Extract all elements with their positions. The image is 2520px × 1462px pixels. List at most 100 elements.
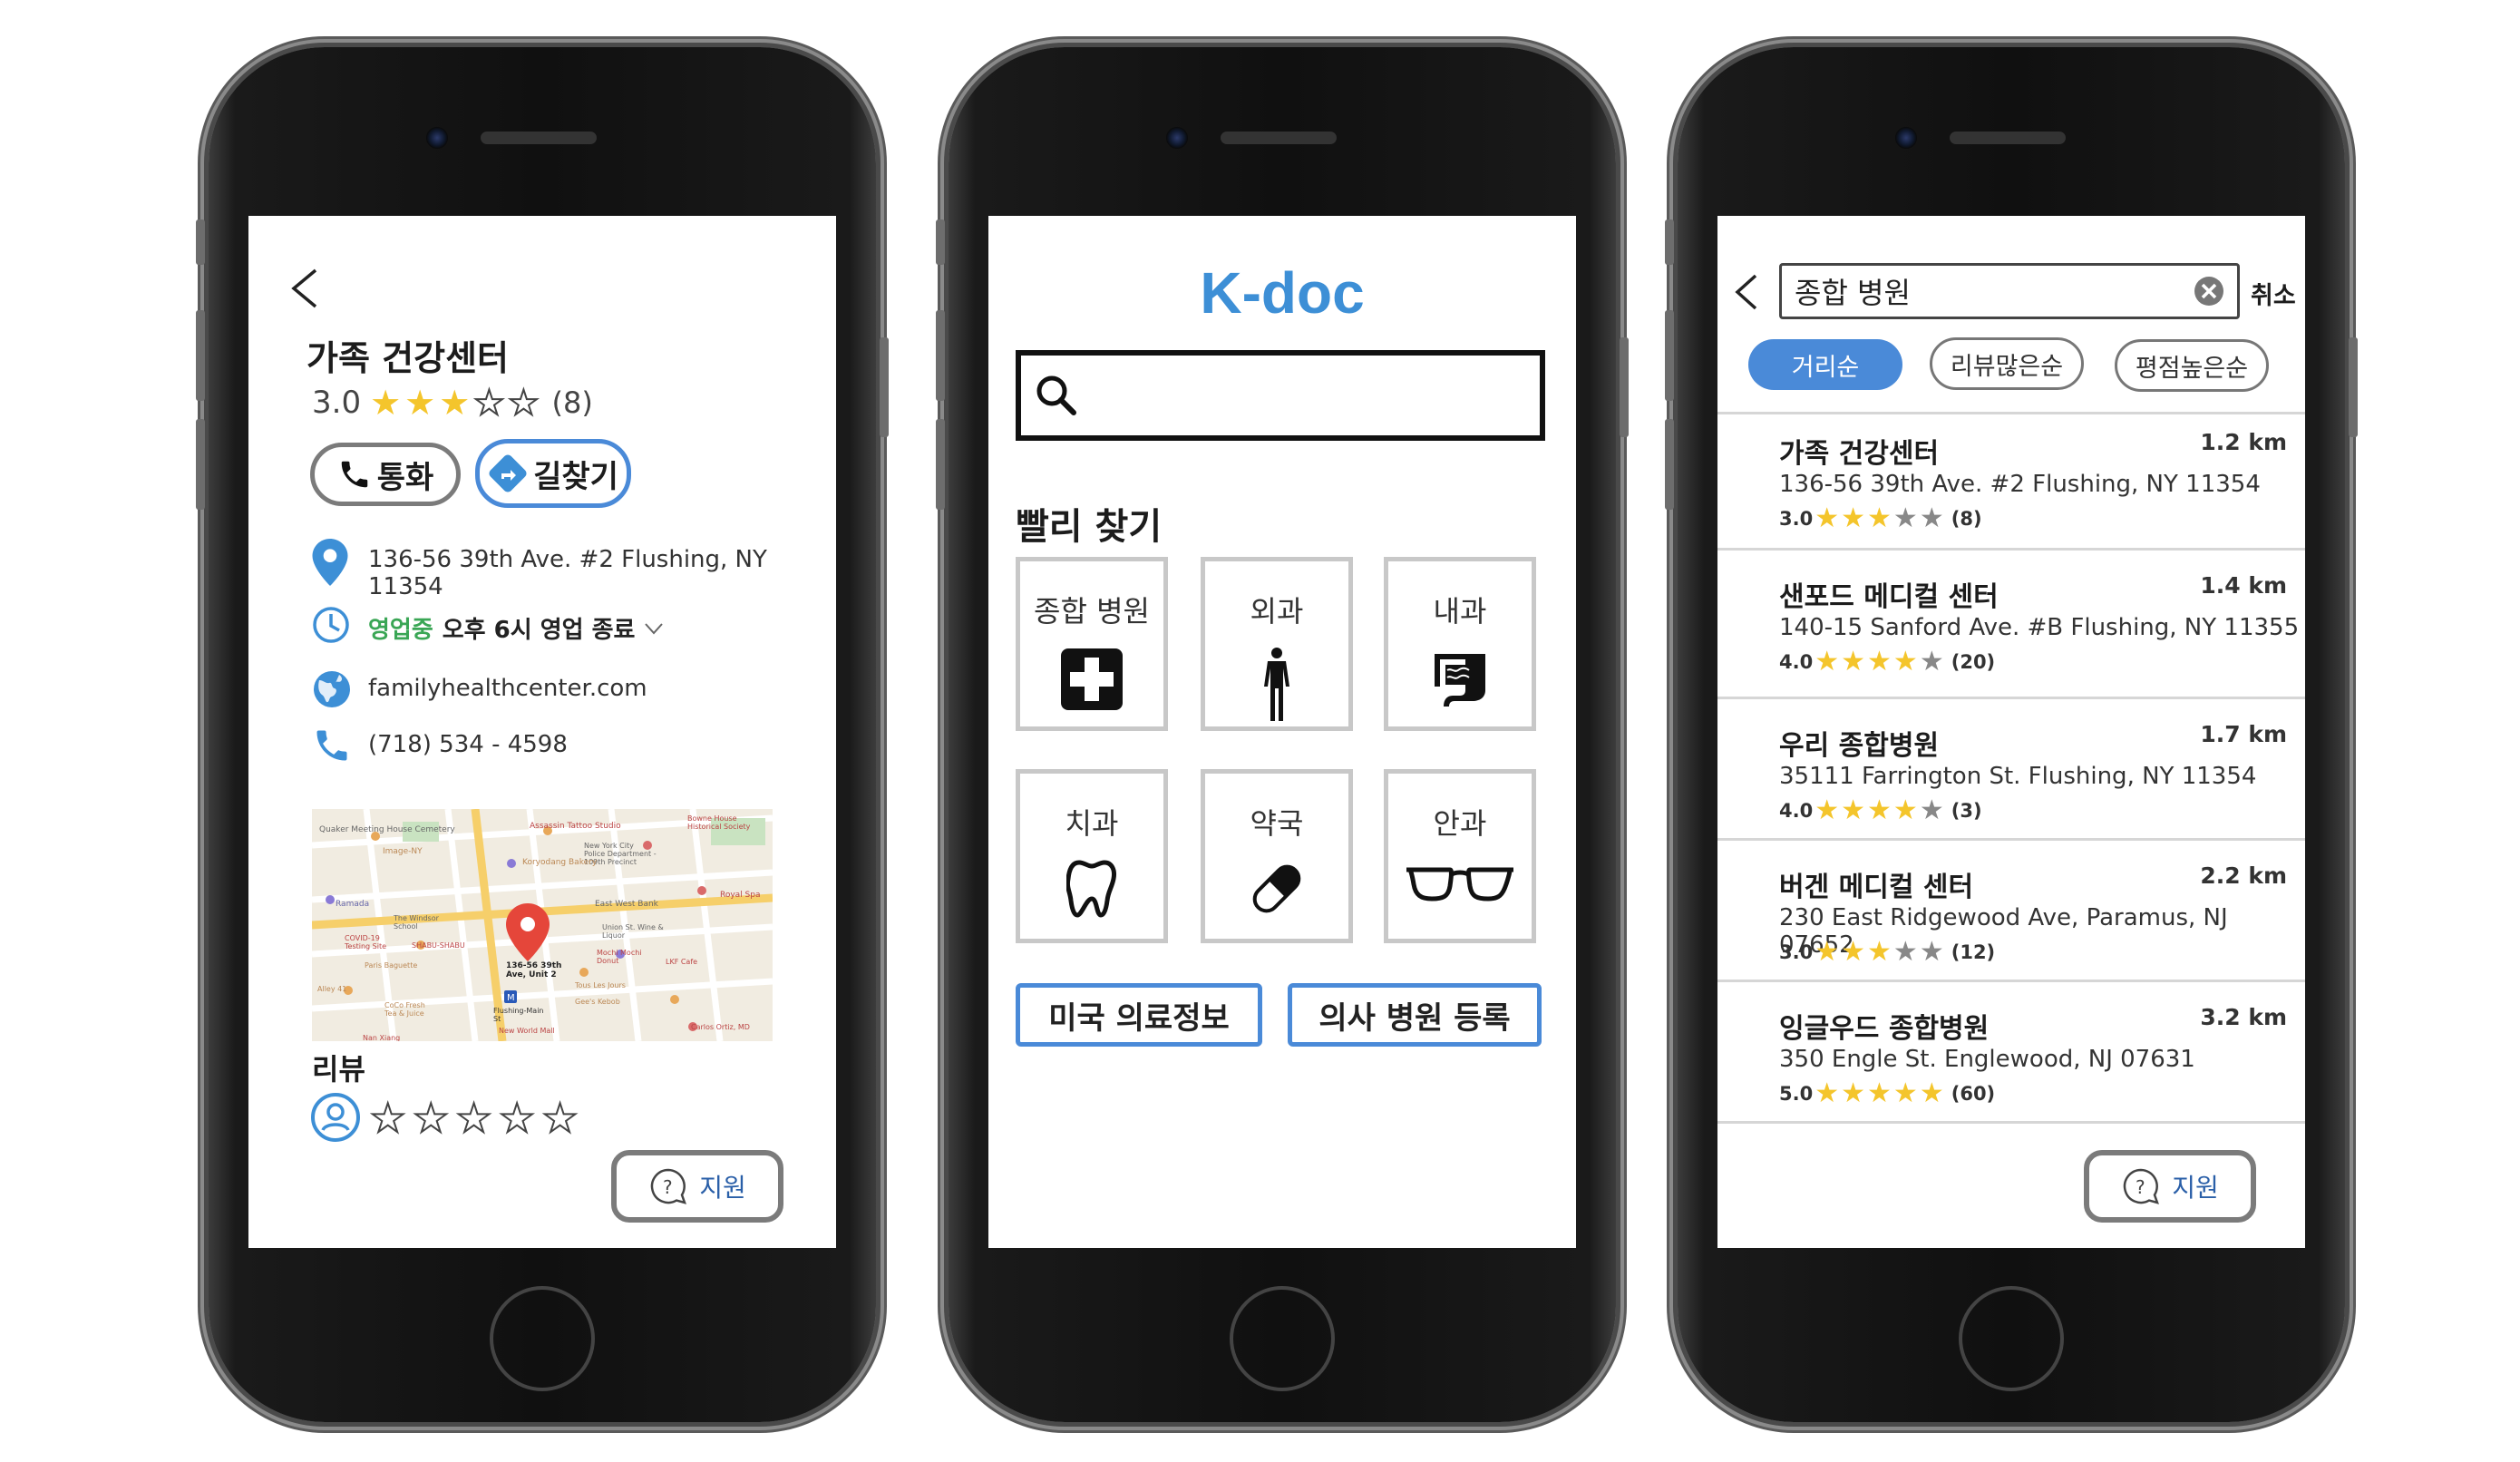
result-item[interactable]: 잉글우드 종합병원 3.2 km 350 Engle St. Englewood… — [1717, 989, 2305, 1124]
star-icon: ★ — [1867, 646, 1892, 677]
result-item[interactable]: 버겐 메디컬 센터 2.2 km 230 East Ridgewood Ave,… — [1717, 848, 2305, 982]
directions-button[interactable]: 길찾기 — [475, 439, 631, 508]
star-empty-icon[interactable]: ★ — [541, 1098, 579, 1140]
review-count: (20) — [1951, 651, 1996, 673]
hours-status: 영업중 — [368, 617, 433, 644]
glasses-icon — [1406, 867, 1513, 902]
review-count: (12) — [1951, 941, 1996, 963]
distance: 1.7 km — [2200, 721, 2287, 747]
search-box[interactable] — [1016, 350, 1545, 441]
location-map[interactable]: M Quaker Meeting House Cemetery Assassin… — [312, 809, 773, 1041]
hospital-name: 샌포드 메디컬 센터 — [1779, 581, 1999, 613]
star-icon: ★ — [370, 383, 402, 423]
cancel-button[interactable]: 취소 — [2251, 276, 2296, 311]
category-internal-medicine[interactable]: 내과 — [1384, 557, 1536, 731]
review-count: (8) — [1951, 508, 1982, 530]
help-chat-icon: ? — [651, 1168, 687, 1204]
category-dental[interactable]: 치과 — [1016, 769, 1168, 943]
category-general-hospital[interactable]: 종합 병원 — [1016, 557, 1168, 731]
us-medical-info-button[interactable]: 미국 의료정보 — [1016, 983, 1262, 1047]
map-place-label: Carlos Ortiz, MD — [691, 1023, 750, 1031]
hospital-name: 가족 건강센터 — [1779, 438, 1940, 470]
map-place-label: Paris Baguette — [365, 961, 418, 970]
power-button — [2349, 337, 2358, 437]
result-item[interactable]: 가족 건강센터 1.2 km 136-56 39th Ave. #2 Flush… — [1717, 414, 2305, 551]
map-place-label: Image-NY — [383, 847, 423, 856]
sort-chip-rating[interactable]: 평점높은순 — [2115, 339, 2269, 392]
hospital-cross-icon — [1061, 648, 1123, 710]
map-place-label: CoCo Fresh Tea & Juice — [384, 1001, 425, 1018]
map-pin-label: 136-56 39th Ave, Unit 2 — [506, 961, 562, 980]
register-doctor-hospital-button[interactable]: 의사 병원 등록 — [1288, 983, 1542, 1047]
map-place-label: Royal Spa — [720, 891, 761, 900]
svg-text:M: M — [507, 993, 515, 1003]
category-pharmacy[interactable]: 약국 — [1201, 769, 1353, 943]
search-input[interactable] — [1088, 378, 1527, 413]
search-field[interactable]: 종합 병원 — [1779, 263, 2240, 319]
star-icon: ★ — [1815, 646, 1840, 677]
tooth-icon — [1066, 860, 1116, 918]
sort-chip-reviews[interactable]: 리뷰많은순 — [1930, 337, 2084, 390]
home-button[interactable] — [1230, 1286, 1335, 1391]
rating: 5.0 ★ ★ ★ ★ ★ (60) — [1779, 1080, 1995, 1107]
star-icon: ★ — [1892, 646, 1918, 677]
back-arrow-icon[interactable] — [288, 267, 319, 310]
category-surgery[interactable]: 외과 — [1201, 557, 1353, 731]
rating-value: 5.0 — [1779, 1083, 1814, 1105]
sort-label: 거리순 — [1791, 353, 1860, 382]
support-button[interactable]: ? 지원 — [611, 1150, 783, 1223]
hospital-address: 140-15 Sanford Ave. #B Flushing, NY 1135… — [1779, 614, 2300, 641]
svg-text:?: ? — [663, 1176, 673, 1198]
call-button[interactable]: 통화 — [310, 443, 461, 506]
star-empty-icon[interactable]: ★ — [369, 1098, 406, 1140]
review-star-input[interactable]: ★ ★ ★ ★ ★ — [369, 1098, 579, 1140]
chevron-down-icon[interactable] — [644, 622, 664, 635]
map-place-label: Alley 41 — [317, 985, 347, 993]
map-place-label: Gee's Kebob — [575, 998, 620, 1006]
brand-logo: K-doc — [1200, 260, 1365, 326]
star-empty-icon[interactable]: ★ — [455, 1098, 492, 1140]
website-link[interactable]: familyhealthcenter.com — [368, 675, 647, 702]
rating-count: (8) — [551, 385, 593, 420]
rating: 4.0 ★ ★ ★ ★ ★ (3) — [1779, 797, 1982, 824]
user-avatar-icon — [311, 1093, 360, 1142]
mute-switch — [196, 219, 205, 265]
star-icon: ★ — [1919, 502, 1944, 534]
sort-chip-distance[interactable]: 거리순 — [1748, 339, 1902, 390]
rating-summary: 3.0 ★ ★ ★ ★ ★ (8) — [312, 385, 593, 421]
review-count: (60) — [1951, 1083, 1996, 1105]
support-label: 지원 — [2172, 1173, 2219, 1203]
map-place-label: Assassin Tattoo Studio — [530, 822, 621, 831]
category-label: 약국 — [1250, 806, 1304, 841]
back-arrow-icon[interactable] — [1732, 272, 1759, 312]
support-button[interactable]: ? 지원 — [2084, 1150, 2256, 1223]
help-chat-icon: ? — [2124, 1168, 2160, 1204]
map-place-label: Quaker Meeting House Cemetery — [319, 825, 455, 834]
home-button[interactable] — [1959, 1286, 2064, 1391]
front-camera — [1166, 127, 1188, 149]
mute-switch — [936, 219, 945, 265]
map-pin-icon — [506, 903, 550, 961]
hours-row[interactable]: 영업중 오후 6시 영업 종료 — [368, 611, 664, 645]
directions-label: 길찾기 — [533, 458, 618, 495]
map-place-label: Union St. Wine & Liquor — [602, 923, 664, 940]
hospital-name: 버겐 메디컬 센터 — [1779, 872, 1974, 903]
home-button[interactable] — [490, 1286, 595, 1391]
category-label: 안과 — [1433, 806, 1487, 841]
result-item[interactable]: 우리 종합병원 1.7 km 35111 Farrington St. Flus… — [1717, 707, 2305, 841]
result-item[interactable]: 샌포드 메디컬 센터 1.4 km 140-15 Sanford Ave. #B… — [1717, 558, 2305, 699]
clear-icon[interactable] — [2194, 276, 2224, 307]
home-screen: K-doc 빨리 찾기 종합 병원 외과 내과 치과 약국 안과 미국 의료정보… — [988, 216, 1576, 1248]
map-place-label: The Windsor School — [394, 914, 439, 931]
phone-number[interactable]: (718) 534 - 4598 — [368, 731, 568, 758]
detail-screen: 가족 건강센터 3.0 ★ ★ ★ ★ ★ (8) 통화 길찾기 136-56 … — [248, 216, 836, 1248]
star-empty-icon[interactable]: ★ — [412, 1098, 449, 1140]
category-ophthalmology[interactable]: 안과 — [1384, 769, 1536, 943]
search-query[interactable]: 종합 병원 — [1795, 270, 2194, 312]
star-icon: ★ — [1841, 794, 1866, 826]
star-icon: ★ — [1841, 936, 1866, 968]
star-empty-icon[interactable]: ★ — [498, 1098, 535, 1140]
category-label: 종합 병원 — [1034, 594, 1150, 629]
phone-icon — [341, 461, 367, 488]
star-icon: ★ — [1892, 936, 1918, 968]
